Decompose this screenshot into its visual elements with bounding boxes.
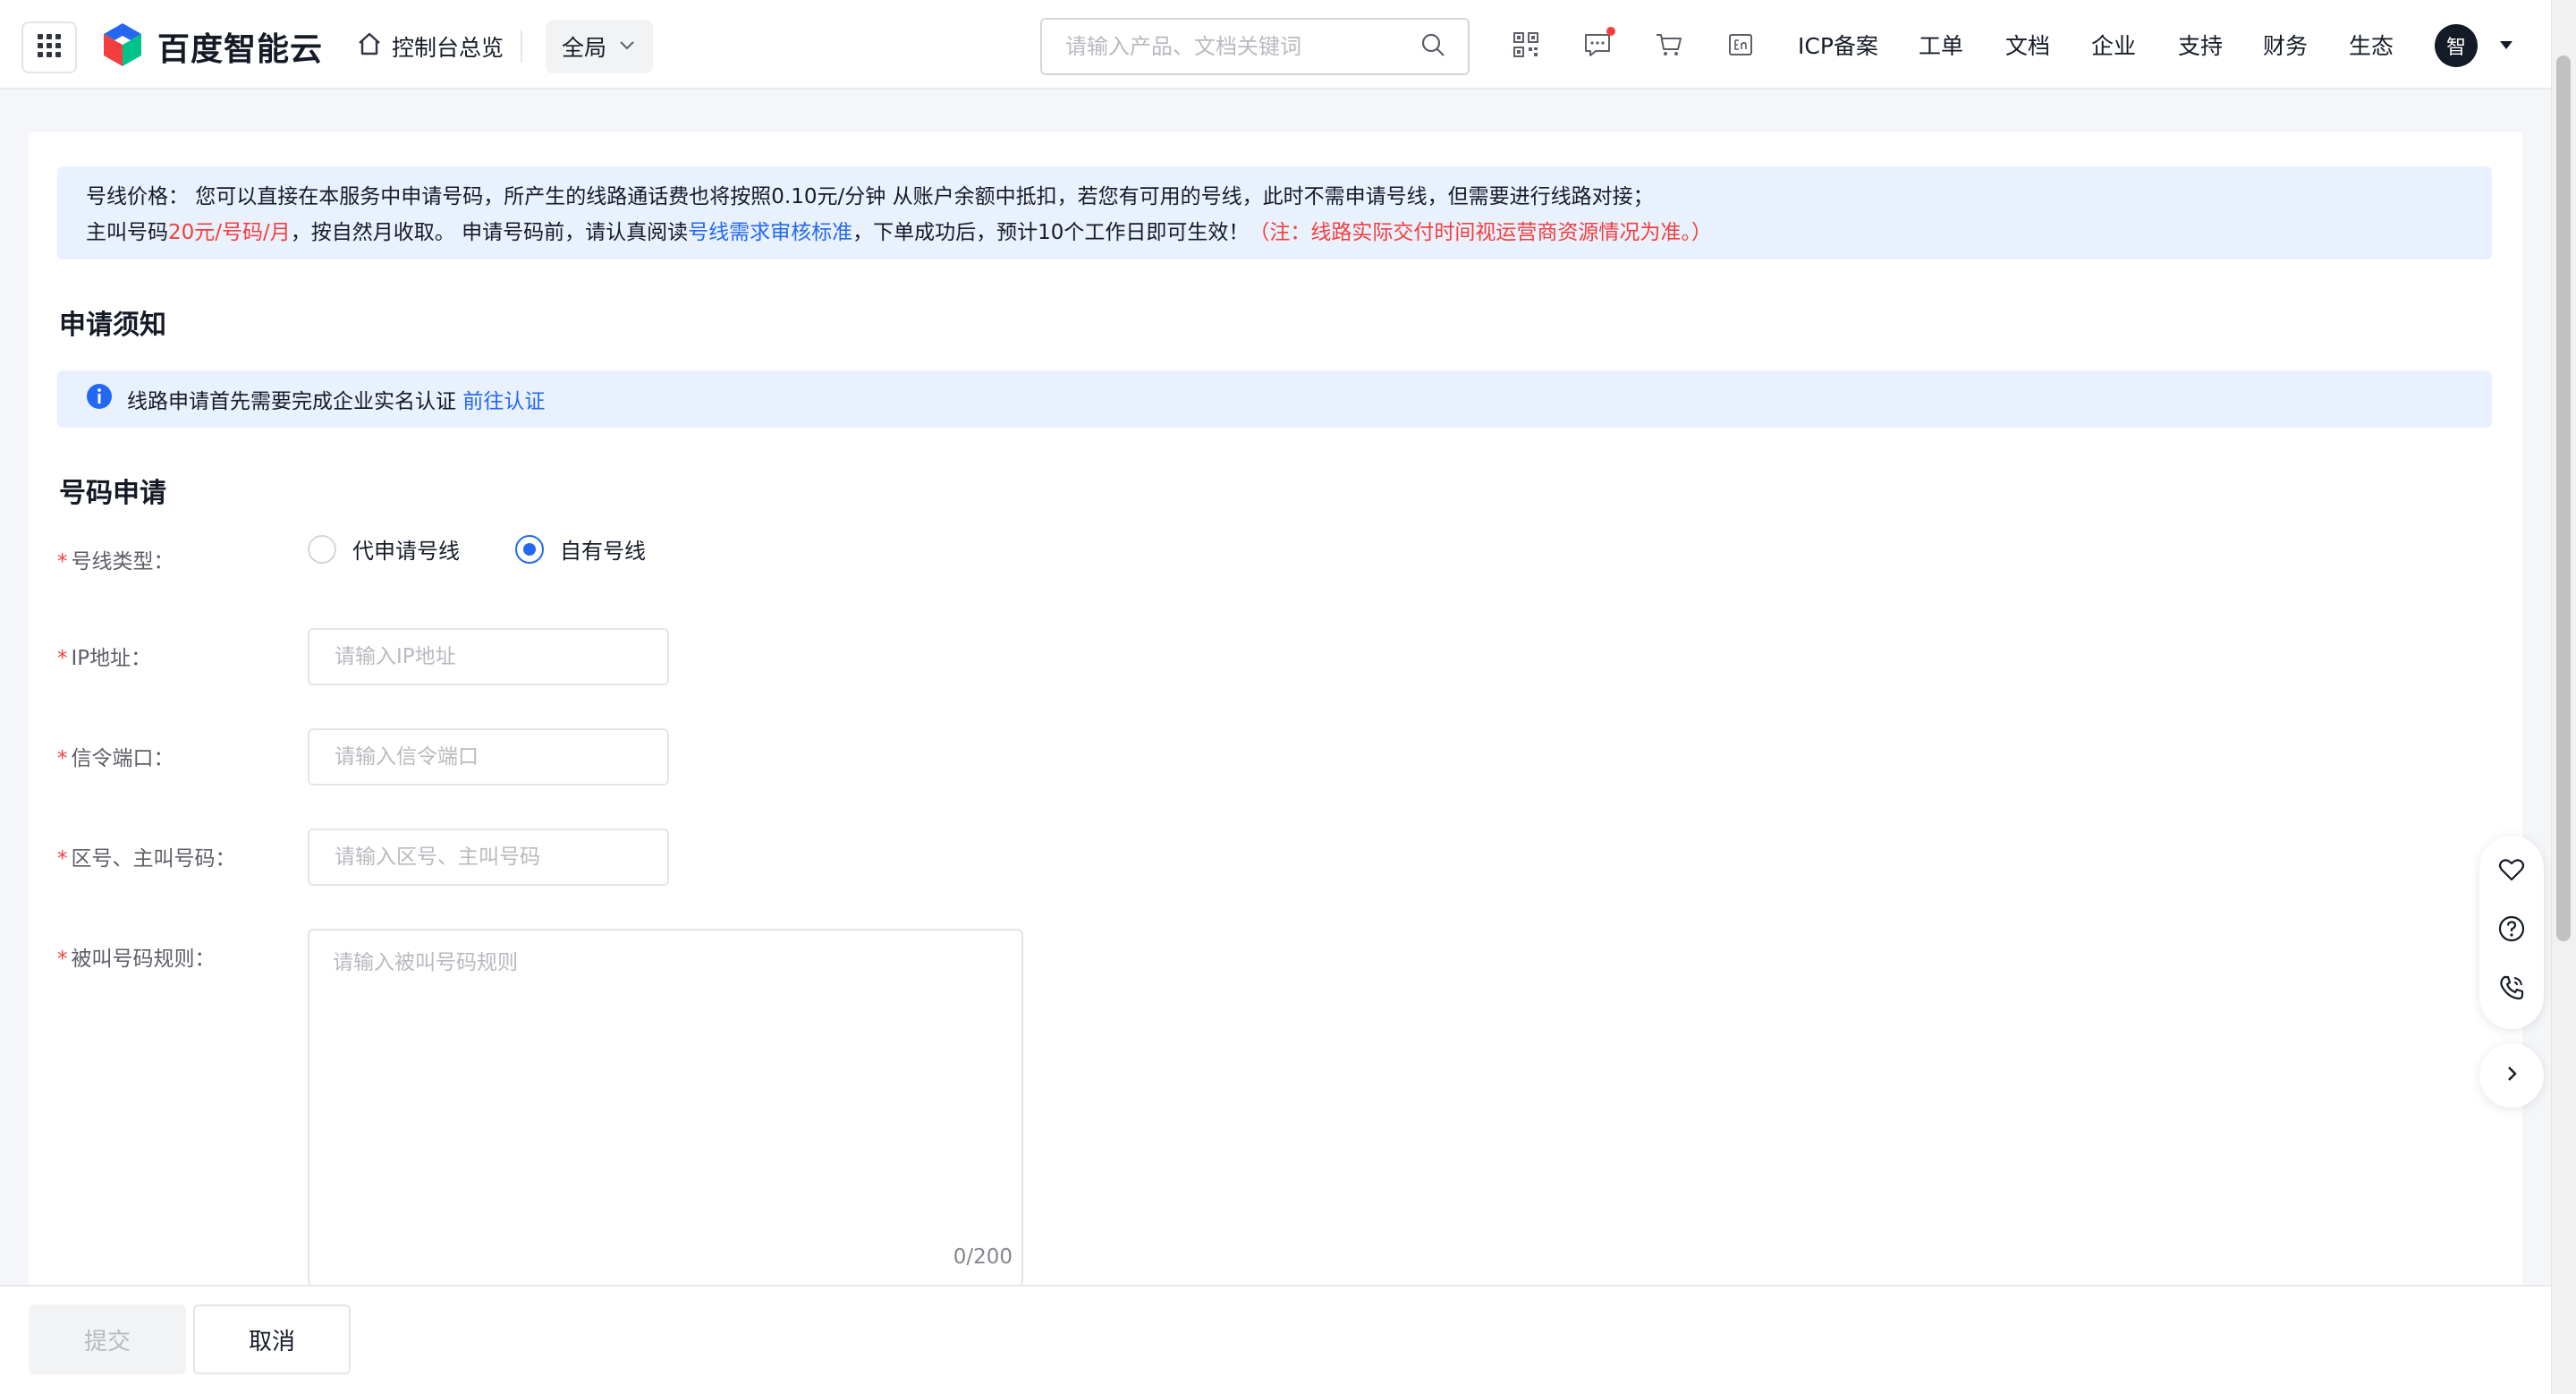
cart-icon[interactable] [1655, 30, 1683, 59]
nav-support[interactable]: 支持 [2178, 27, 2223, 66]
review-standard-link[interactable]: 号线需求审核标准 [688, 221, 852, 244]
favorite-heart-icon[interactable] [2497, 855, 2526, 884]
nav-enterprise[interactable]: 企业 [2091, 27, 2136, 66]
console-home-link[interactable]: 控制台总览 [356, 27, 504, 66]
divider [521, 30, 522, 63]
area-caller-field[interactable] [308, 829, 669, 886]
brand-logo[interactable]: 百度智能云 [100, 23, 323, 70]
expand-panel-button[interactable] [2479, 1043, 2544, 1108]
chevron-right-icon [2502, 1064, 2521, 1087]
pricing-notice: 号线价格： 您可以直接在本服务中申请号码，所产生的线路通话费也将按照0.10元/… [57, 166, 2492, 259]
nav-docs[interactable]: 文档 [2005, 27, 2050, 66]
verification-info-bar: 线路申请首先需要完成企业实名认证 前往认证 [57, 370, 2492, 428]
char-counter: 0/200 [953, 1245, 1013, 1269]
radio-label: 自有号线 [560, 539, 646, 564]
floating-tool-panel [2479, 836, 2544, 1029]
cancel-button[interactable]: 取消 [193, 1305, 351, 1374]
label-text: IP地址： [71, 647, 152, 670]
baidu-cloud-logo-icon [100, 21, 145, 72]
notice-text: 主叫号码 [86, 221, 168, 244]
home-icon [356, 30, 383, 63]
top-bar: 百度智能云 控制台总览 全局 I [0, 0, 2551, 89]
ip-input[interactable] [333, 644, 644, 669]
go-verify-link[interactable]: 前往认证 [462, 390, 545, 413]
label-text: 信令端口： [71, 747, 174, 770]
avatar[interactable]: 智 [2435, 24, 2478, 67]
nav-icp[interactable]: ICP备案 [1798, 27, 1878, 66]
nav-finance[interactable]: 财务 [2263, 27, 2308, 66]
ip-label: * IP地址： [57, 647, 152, 670]
home-label: 控制台总览 [392, 35, 504, 61]
chevron-down-icon [617, 34, 637, 60]
notice-line-2: 主叫号码20元/号码/月，按自然月收取。 申请号码前，请认真阅读号线需求审核标准… [86, 215, 2463, 251]
caret-down-icon[interactable] [2497, 38, 2515, 52]
number-apply-title: 号码申请 [59, 478, 166, 509]
label-text: 号线类型： [71, 550, 174, 574]
callee-rule-label: * 被叫号码规则： [57, 948, 216, 971]
apply-notice-title: 申请须知 [59, 310, 166, 341]
line-type-radio-group: 代申请号线 自有号线 [308, 533, 701, 565]
radio-own-line[interactable]: 自有号线 [515, 533, 646, 565]
help-question-icon[interactable] [2497, 914, 2526, 943]
radio-circle[interactable] [308, 534, 336, 564]
ip-field[interactable] [308, 628, 669, 685]
area-caller-input[interactable] [333, 845, 644, 870]
port-input[interactable] [333, 744, 644, 769]
logo-text: 百度智能云 [157, 31, 324, 68]
notice-text: ，按自然月收取。 申请号码前，请认真阅读 [290, 221, 689, 244]
notice-note: （注：线路实际交付时间视运营商资源情况为准。） [1249, 221, 1712, 244]
phone-icon[interactable] [2497, 973, 2526, 1002]
app-grid-button[interactable] [21, 21, 77, 73]
qr-code-icon[interactable] [1512, 30, 1540, 59]
radio-proxy-apply[interactable]: 代申请号线 [308, 533, 460, 565]
global-search[interactable] [1040, 18, 1470, 75]
notice-line-1: 号线价格： 您可以直接在本服务中申请号码，所产生的线路通话费也将按照0.10元/… [86, 185, 1654, 208]
language-en-icon[interactable] [1726, 30, 1755, 59]
scope-selector[interactable]: 全局 [546, 20, 653, 73]
scope-label: 全局 [562, 35, 607, 61]
label-text: 区号、主叫号码： [71, 847, 236, 871]
search-input[interactable] [1063, 33, 1419, 60]
info-message: 线路申请首先需要完成企业实名认证 [127, 390, 456, 413]
bottom-action-bar [0, 1285, 2551, 1394]
port-label: * 信令端口： [57, 747, 174, 770]
nav-ecosystem[interactable]: 生态 [2349, 27, 2394, 66]
line-type-label: * 号线类型： [57, 550, 174, 574]
submit-button[interactable]: 提交 [29, 1305, 186, 1374]
unread-badge [1606, 27, 1615, 36]
message-icon[interactable] [1583, 27, 1615, 59]
radio-label: 代申请号线 [352, 539, 460, 564]
nav-ticket[interactable]: 工单 [1919, 27, 1963, 66]
grid-icon [36, 32, 63, 63]
callee-rule-textarea[interactable] [309, 931, 1021, 1285]
info-text: 线路申请首先需要完成企业实名认证 前往认证 [127, 384, 545, 414]
callee-rule-field[interactable]: 0/200 [308, 929, 1023, 1287]
info-icon [86, 383, 113, 415]
notice-text: ，下单成功后，预计10个工作日即可生效！ [852, 221, 1250, 244]
scrollbar-thumb[interactable] [2556, 55, 2571, 941]
label-text: 被叫号码规则： [71, 948, 216, 971]
radio-circle-checked[interactable] [515, 534, 544, 564]
notice-price: 20元/号码/月 [168, 221, 291, 244]
search-icon[interactable] [1419, 31, 1446, 62]
port-field[interactable] [308, 728, 669, 786]
area-caller-label: * 区号、主叫号码： [57, 847, 236, 871]
